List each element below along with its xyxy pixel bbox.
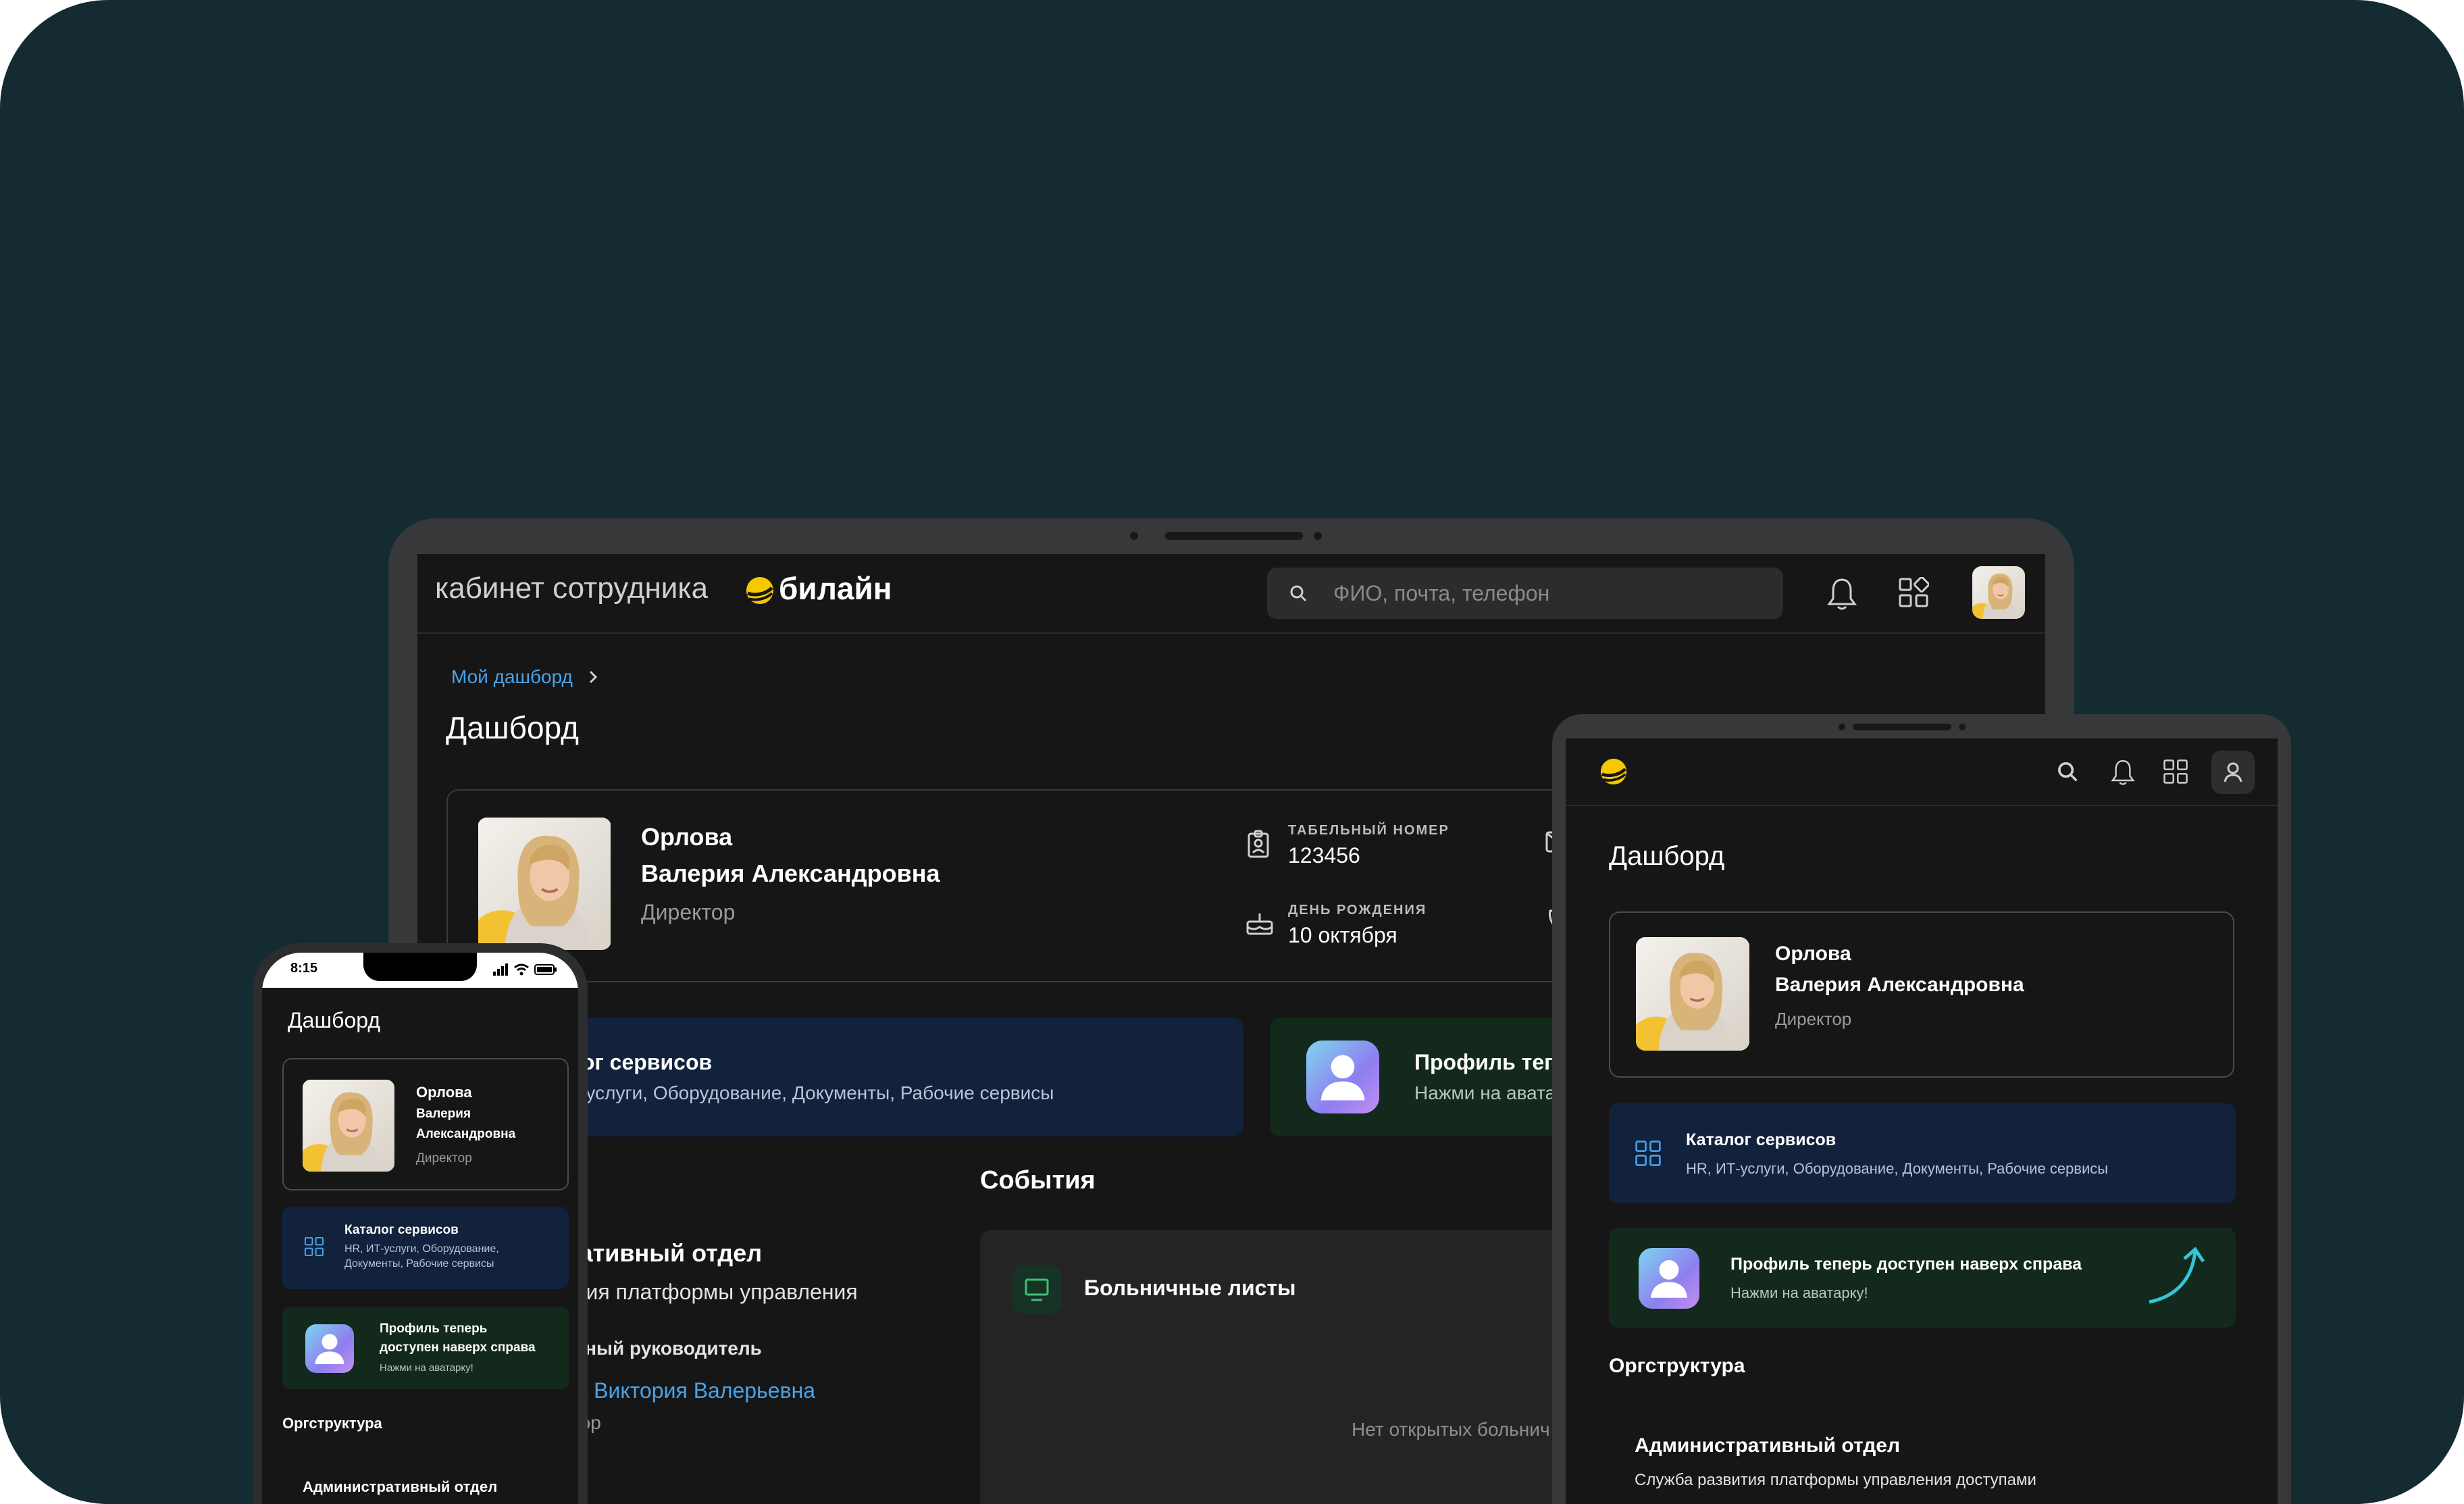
apps-grid-icon: [304, 1236, 324, 1257]
apps-grid-icon[interactable]: [1898, 577, 1929, 608]
profile-user-icon: [305, 1324, 354, 1373]
catalog-subtitle-line2: Документы, Рабочие сервисы: [344, 1258, 494, 1270]
employee-last-name: Орлова: [641, 823, 733, 851]
laptop-notch: [1165, 532, 1303, 540]
sensor-dot: [1959, 724, 1966, 730]
employee-role: Директор: [416, 1151, 472, 1165]
tab-number-value: 123456: [1288, 843, 1360, 868]
employee-patronymic: Александровна: [416, 1127, 516, 1141]
profile-hint-card[interactable]: Профиль теперь доступен наверх справа На…: [1609, 1228, 2236, 1328]
service-catalog-card[interactable]: Каталог сервисов HR, ИТ-услуги, Оборудов…: [1609, 1103, 2236, 1203]
phone-screen: 8:15 Дашборд Орлова Валерия Александровн…: [262, 953, 578, 1504]
org-structure-title: Оргструктура: [282, 1415, 382, 1432]
employee-first-name: Валерия Александровна: [1775, 974, 2024, 996]
status-time: 8:15: [290, 961, 318, 976]
employee-role: Директор: [1775, 1009, 1852, 1029]
apps-grid-icon: [1635, 1140, 1661, 1166]
user-icon[interactable]: [2211, 751, 2255, 794]
page-title: Дашборд: [288, 1008, 380, 1032]
monitor-icon: [1012, 1265, 1061, 1313]
background: кабинет сотрудника билайн ФИО, почта, те…: [0, 0, 2464, 1504]
catalog-subtitle-line1: HR, ИТ-услуги, Оборудование,: [344, 1243, 499, 1255]
camera-dot: [1130, 532, 1138, 540]
org-department-subtitle: вития платформы управления: [553, 1280, 858, 1304]
cake-icon: [1246, 913, 1273, 935]
badge-icon: [1248, 830, 1269, 858]
app-header: кабинет сотрудника билайн ФИО, почта, те…: [417, 554, 2045, 634]
employee-last-name: Орлова: [416, 1084, 472, 1101]
chevron-right-icon: [589, 670, 598, 684]
tab-number-label: ТАБЕЛЬНЫЙ НОМЕР: [1288, 823, 1449, 838]
employee-card: Орлова Валерия Александровна Директор: [1609, 911, 2234, 1078]
org-department: Административный отдел: [1635, 1434, 1901, 1457]
employee-card: Орлова Валерия Александровна Директор: [282, 1058, 569, 1190]
breadcrumb[interactable]: Мой дашборд: [451, 666, 573, 688]
org-department-subtitle: Служба развития платформы управления дос…: [1635, 1471, 2036, 1489]
search-icon: [1290, 585, 1307, 602]
catalog-title: Каталог сервисов: [1686, 1130, 1837, 1149]
search-placeholder: ФИО, почта, телефон: [1333, 581, 1550, 605]
employee-first-name: Валерия: [416, 1107, 471, 1121]
avatar[interactable]: [1972, 566, 2025, 619]
dynamic-island: [363, 953, 477, 981]
page-title: Дашборд: [446, 710, 579, 745]
employee-role: Директор: [641, 900, 736, 924]
logo-text: билайн: [779, 571, 892, 606]
org-department: Административный отдел: [303, 1478, 498, 1495]
profile-hint-title-line1: Профиль теперь: [380, 1322, 488, 1336]
curved-arrow-icon: [2149, 1247, 2205, 1304]
tablet-device: Дашборд Орлова Валерия Александровна Дир…: [1552, 714, 2291, 1504]
org-structure-title: Оргструктура: [1609, 1355, 1745, 1377]
status-bar: 8:15: [262, 953, 578, 988]
catalog-subtitle: Т-услуги, Оборудование, Документы, Рабоч…: [568, 1082, 1054, 1103]
catalog-title: лог сервисов: [568, 1050, 713, 1074]
profile-hint-subtitle: Нажми на аватарку!: [380, 1362, 473, 1374]
catalog-subtitle: HR, ИТ-услуги, Оборудование, Документы, …: [1686, 1160, 2109, 1177]
catalog-title: Каталог сервисов: [344, 1223, 459, 1237]
beeline-logo-icon[interactable]: [745, 576, 775, 605]
apps-grid-icon[interactable]: [2163, 759, 2188, 784]
profile-hint-title: Профиль теперь доступен наверх справа: [1730, 1255, 2082, 1274]
signal-icon: [493, 963, 557, 976]
events-title: События: [980, 1166, 1096, 1195]
employee-photo: [303, 1080, 394, 1172]
app-header: [1566, 738, 2278, 806]
employee-photo: [1636, 937, 1749, 1051]
profile-hint-title-line2: доступен наверх справа: [380, 1340, 536, 1355]
birthday-label: ДЕНЬ РОЖДЕНИЯ: [1288, 903, 1427, 918]
bell-icon[interactable]: [1826, 577, 1857, 611]
profile-hint-card[interactable]: Профиль теперь доступен наверх справа На…: [282, 1307, 569, 1389]
employee-photo: [478, 818, 611, 950]
camera-dot: [1839, 724, 1845, 730]
page-title: Дашборд: [1609, 841, 1725, 871]
birthday-value: 10 октября: [1288, 923, 1397, 947]
employee-last-name: Орлова: [1775, 943, 1851, 965]
profile-user-icon: [1306, 1041, 1379, 1113]
org-manager-link[interactable]: ова Виктория Валерьевна: [553, 1378, 815, 1403]
events-empty-text: Нет открытых больнич: [1352, 1419, 1550, 1440]
sensor-dot: [1314, 532, 1322, 540]
bell-icon[interactable]: [2110, 759, 2136, 786]
search-icon[interactable]: [2056, 760, 2079, 783]
service-catalog-card[interactable]: Каталог сервисов HR, ИТ-услуги, Оборудов…: [282, 1207, 569, 1289]
beeline-logo-icon[interactable]: [1599, 757, 1628, 786]
profile-hint-subtitle: Нажми на аватарку!: [1730, 1284, 1868, 1301]
profile-user-icon: [1639, 1248, 1699, 1309]
employee-first-name: Валерия Александровна: [641, 859, 940, 887]
sick-leave-item[interactable]: Больничные листы: [1084, 1276, 1295, 1301]
phone-device: 8:15 Дашборд Орлова Валерия Александровн…: [253, 943, 588, 1504]
search-field[interactable]: ФИО, почта, телефон: [1267, 568, 1783, 619]
tablet-screen: Дашборд Орлова Валерия Александровна Дир…: [1566, 738, 2278, 1504]
brand-title: кабинет сотрудника: [435, 572, 709, 605]
tablet-notch: [1853, 724, 1951, 730]
